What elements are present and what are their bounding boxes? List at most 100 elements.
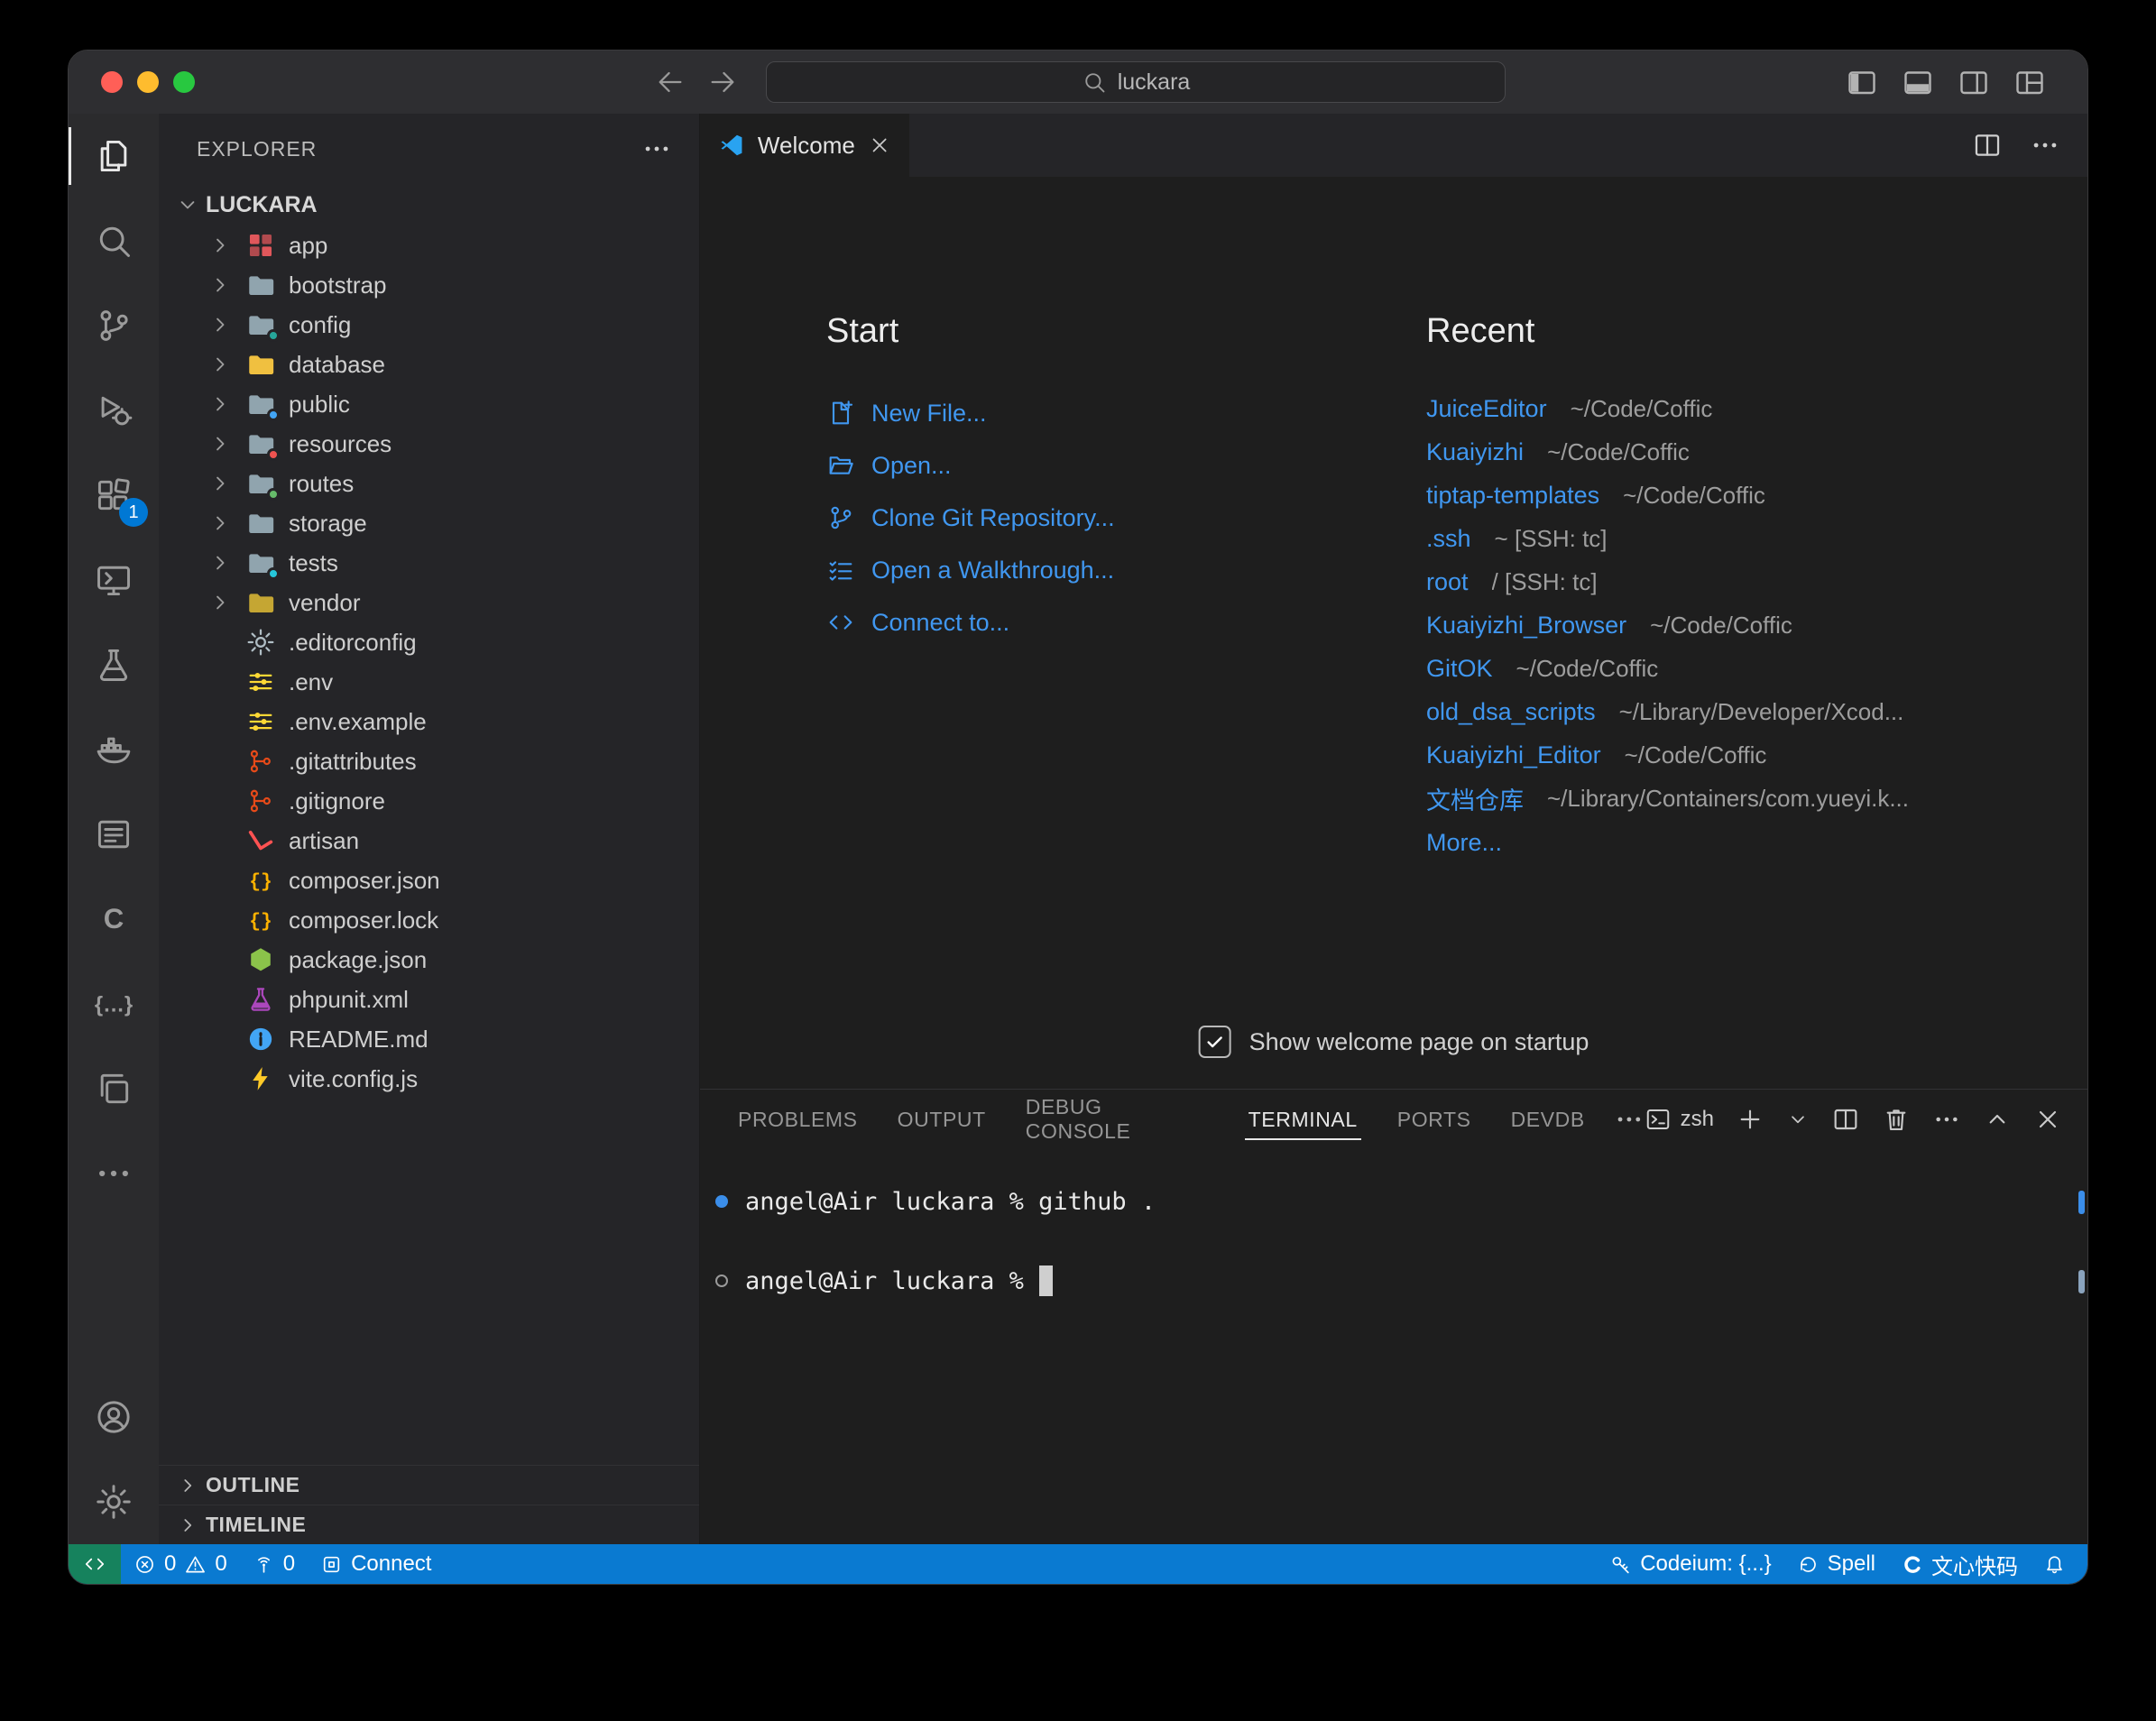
tree-item-composer.json[interactable]: {}composer.json <box>159 860 699 900</box>
recent-link[interactable]: JuiceEditor <box>1426 395 1547 423</box>
toggle-primary-sidebar-button[interactable] <box>1846 66 1878 98</box>
activity-item-remote-explorer[interactable] <box>69 538 159 622</box>
start-new-file[interactable]: New File... <box>826 387 1426 439</box>
recent-path: ~/Code/Coffic <box>1516 655 1659 683</box>
toggle-panel-button[interactable] <box>1902 66 1934 98</box>
kill-terminal-button[interactable] <box>1882 1105 1911 1134</box>
tree-item-vendor[interactable]: vendor <box>159 583 699 622</box>
terminal-profile-dropdown[interactable] <box>1786 1108 1810 1131</box>
recent-link[interactable]: Kuaiyizhi <box>1426 438 1524 466</box>
workspace-root-row[interactable]: LUCKARA <box>159 184 699 225</box>
customize-layout-button[interactable] <box>2013 66 2046 98</box>
tree-item-public[interactable]: public <box>159 384 699 424</box>
tree-item-.env.example[interactable]: .env.example <box>159 702 699 741</box>
activity-item-extensions[interactable]: 1 <box>69 453 159 538</box>
terminal[interactable]: angel@Air luckara % github .angel@Air lu… <box>700 1149 2087 1544</box>
navigate-back-button[interactable] <box>655 67 686 97</box>
activity-item-source-control[interactable] <box>69 283 159 368</box>
welcome-startup-checkbox[interactable] <box>1199 1026 1231 1058</box>
activity-item-testing[interactable] <box>69 622 159 707</box>
panel-tab-devdb[interactable]: DEVDB <box>1491 1090 1605 1149</box>
close-tab-icon[interactable] <box>868 133 891 158</box>
recent-link[interactable]: Kuaiyizhi_Browser <box>1426 612 1626 640</box>
start-open-a-walkthrough[interactable]: Open a Walkthrough... <box>826 544 1426 596</box>
remote-indicator[interactable] <box>69 1544 121 1584</box>
maximize-panel-button[interactable] <box>1983 1105 2012 1134</box>
minimize-window-button[interactable] <box>137 71 159 93</box>
explorer-actions-button[interactable] <box>641 133 672 164</box>
close-panel-button[interactable] <box>2033 1105 2062 1134</box>
tree-item-README.md[interactable]: README.md <box>159 1019 699 1059</box>
tree-item-.editorconfig[interactable]: .editorconfig <box>159 622 699 662</box>
tree-item-vite.config.js[interactable]: vite.config.js <box>159 1059 699 1099</box>
tree-item-routes[interactable]: routes <box>159 464 699 503</box>
panel-more-tabs-button[interactable] <box>1614 1104 1645 1135</box>
status-spell[interactable]: Spell <box>1784 1544 1888 1584</box>
activity-item-output-view[interactable] <box>69 792 159 877</box>
activity-item-codeium[interactable]: C <box>69 877 159 962</box>
status-connect[interactable]: Connect <box>308 1544 444 1584</box>
recent-link[interactable]: 文档仓库 <box>1426 781 1524 816</box>
status-ports[interactable]: 0 <box>240 1544 308 1584</box>
split-editor-button[interactable] <box>1972 130 2003 161</box>
split-terminal-button[interactable] <box>1831 1105 1860 1134</box>
chevron-right-icon <box>207 352 233 377</box>
activity-item-docker[interactable] <box>69 707 159 792</box>
tree-item-.gitignore[interactable]: .gitignore <box>159 781 699 821</box>
status-problems[interactable]: 00 <box>121 1544 240 1584</box>
tree-item-tests[interactable]: tests <box>159 543 699 583</box>
status-notifications[interactable] <box>2031 1544 2078 1584</box>
tree-item-resources[interactable]: resources <box>159 424 699 464</box>
recent-link[interactable]: Kuaiyizhi_Editor <box>1426 741 1601 769</box>
new-terminal-button[interactable] <box>1736 1105 1764 1134</box>
close-window-button[interactable] <box>101 71 123 93</box>
status-codeium[interactable]: Codeium: {...} <box>1597 1544 1783 1584</box>
tree-item-bootstrap[interactable]: bootstrap <box>159 265 699 305</box>
panel-tab-problems[interactable]: PROBLEMS <box>718 1090 878 1149</box>
start-connect-to[interactable]: Connect to... <box>826 596 1426 649</box>
recent-link[interactable]: root <box>1426 568 1469 596</box>
tree-item-artisan[interactable]: artisan <box>159 821 699 860</box>
tree-item-database[interactable]: database <box>159 345 699 384</box>
activity-item-settings[interactable] <box>69 1459 159 1544</box>
sidebar-section-timeline[interactable]: TIMELINE <box>159 1505 699 1544</box>
recent-more-link[interactable]: More... <box>1426 829 1502 857</box>
maximize-window-button[interactable] <box>173 71 195 93</box>
recent-link[interactable]: old_dsa_scripts <box>1426 698 1596 726</box>
terminal-more-actions-button[interactable] <box>1932 1105 1961 1134</box>
toggle-secondary-sidebar-button[interactable] <box>1958 66 1990 98</box>
key-icon <box>1609 1553 1632 1576</box>
tree-item-config[interactable]: config <box>159 305 699 345</box>
panel-tab-terminal[interactable]: TERMINAL <box>1229 1090 1377 1149</box>
terminal-profile[interactable]: zsh <box>1645 1106 1714 1133</box>
tree-item-.env[interactable]: .env <box>159 662 699 702</box>
activity-item-additional-views[interactable] <box>69 1131 159 1216</box>
tree-item-app[interactable]: app <box>159 225 699 265</box>
command-center-search[interactable]: luckara <box>766 61 1506 103</box>
tab-welcome[interactable]: Welcome <box>700 114 909 177</box>
activity-item-search[interactable] <box>69 198 159 283</box>
activity-item-explorer[interactable] <box>69 114 159 198</box>
tree-item-phpunit.xml[interactable]: phpunit.xml <box>159 980 699 1019</box>
activity-item-references[interactable] <box>69 1046 159 1131</box>
activity-item-accounts[interactable] <box>69 1375 159 1459</box>
tree-item-storage[interactable]: storage <box>159 503 699 543</box>
tree-item-package.json[interactable]: package.json <box>159 940 699 980</box>
sidebar-section-outline[interactable]: OUTLINE <box>159 1465 699 1505</box>
tree-item-.gitattributes[interactable]: .gitattributes <box>159 741 699 781</box>
start-clone-git-repository[interactable]: Clone Git Repository... <box>826 492 1426 544</box>
tree-item-composer.lock[interactable]: {}composer.lock <box>159 900 699 940</box>
panel-tab-debug-console[interactable]: DEBUG CONSOLE <box>1006 1090 1229 1149</box>
panel-tab-output[interactable]: OUTPUT <box>878 1090 1006 1149</box>
panel-tab-ports[interactable]: PORTS <box>1377 1090 1491 1149</box>
activity-bar: 1 C{…} <box>69 114 159 1544</box>
activity-item-run-debug[interactable] <box>69 368 159 453</box>
status-comate[interactable]: 文心快码 <box>1888 1544 2031 1584</box>
recent-link[interactable]: tiptap-templates <box>1426 482 1599 510</box>
recent-link[interactable]: GitOK <box>1426 655 1493 683</box>
recent-link[interactable]: .ssh <box>1426 525 1471 553</box>
activity-item-snippets[interactable]: {…} <box>69 962 159 1046</box>
editor-more-actions-button[interactable] <box>2030 130 2060 161</box>
navigate-forward-button[interactable] <box>707 67 738 97</box>
start-open[interactable]: Open... <box>826 439 1426 492</box>
